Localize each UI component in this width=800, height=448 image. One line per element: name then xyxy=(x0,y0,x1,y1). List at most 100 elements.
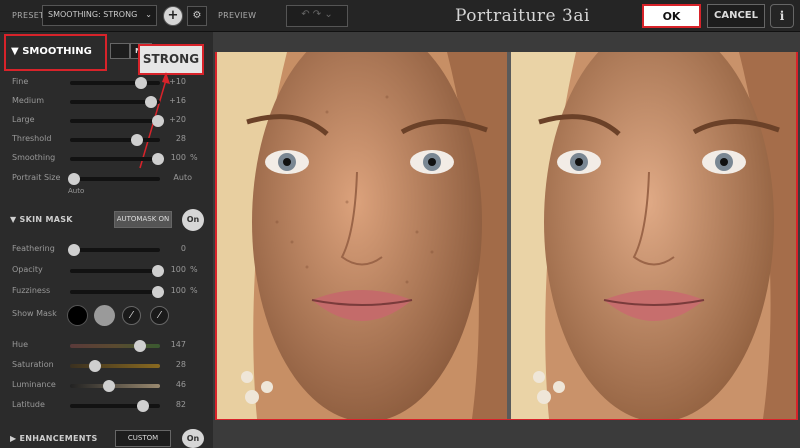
slider-track[interactable] xyxy=(70,115,164,127)
slider-track[interactable] xyxy=(70,400,160,412)
triangle-down-icon: ▼ xyxy=(11,46,19,57)
slider-row-feathering: Feathering 0 xyxy=(12,243,202,257)
slider-track[interactable] xyxy=(70,134,160,146)
slider-row-luminance: Luminance 46 xyxy=(12,379,202,393)
slider-track[interactable] xyxy=(70,380,160,392)
undo-icon[interactable]: ↶ xyxy=(301,9,309,20)
enhancements-toggle[interactable]: On xyxy=(182,429,204,448)
slider-track[interactable] xyxy=(70,96,160,108)
chevron-down-icon[interactable]: ⌄ xyxy=(324,9,332,20)
slider-label: Large xyxy=(12,115,35,124)
slider-knob[interactable] xyxy=(152,115,164,127)
top-toolbar: PRESET SMOOTHING: STRONG ⌄ + ⚙ PREVIEW ↶… xyxy=(0,0,800,32)
preset-label: PRESET xyxy=(12,11,45,20)
slider-value: Auto xyxy=(173,173,192,182)
skin-mask-toggle[interactable]: On xyxy=(182,209,204,231)
slider-knob[interactable] xyxy=(133,340,146,352)
eyedropper-add-icon[interactable]: ⁄ xyxy=(150,306,169,325)
preview-area xyxy=(213,32,800,448)
slider-value: 100 xyxy=(170,265,186,274)
slider-value: 46 xyxy=(175,380,186,389)
automask-button[interactable]: AUTOMASK ON xyxy=(114,211,172,228)
slider-track[interactable] xyxy=(70,340,160,352)
slider-label: Medium xyxy=(12,96,44,105)
cancel-button[interactable]: CANCEL xyxy=(707,4,765,28)
enhancements-preset-value: CUSTOM xyxy=(127,434,159,442)
gray-mask-swatch[interactable] xyxy=(94,305,115,326)
slider-knob[interactable] xyxy=(152,286,164,298)
info-icon[interactable]: i xyxy=(770,4,794,28)
before-image[interactable] xyxy=(217,52,507,419)
triangle-right-icon: ▶ xyxy=(10,434,17,443)
slider-knob[interactable] xyxy=(152,153,164,165)
slider-row-threshold: Threshold 28 xyxy=(12,133,202,147)
gear-icon[interactable]: ⚙ xyxy=(187,6,207,26)
portrait-before-image xyxy=(217,52,507,419)
black-mask-swatch[interactable] xyxy=(67,305,88,326)
portrait-size-row: Portrait Size Auto Auto xyxy=(12,172,202,195)
slider-label: Latitude xyxy=(12,400,45,409)
redo-icon[interactable]: ↷ xyxy=(313,9,321,20)
slider-track[interactable] xyxy=(68,244,160,256)
smoothing-title: SMOOTHING xyxy=(22,46,92,57)
slider-value: 82 xyxy=(175,400,186,409)
slider-track[interactable] xyxy=(70,77,160,89)
slider-label: Smoothing xyxy=(12,153,56,162)
slider-row-smoothing: Smoothing 100% xyxy=(12,152,202,166)
plus-icon[interactable]: + xyxy=(163,6,183,26)
slider-track[interactable] xyxy=(70,360,160,372)
portrait-after-image xyxy=(511,52,796,419)
slider-knob[interactable] xyxy=(135,77,148,89)
slider-track[interactable] xyxy=(70,286,164,298)
after-image[interactable] xyxy=(511,52,796,419)
slider-label: Saturation xyxy=(12,360,54,369)
slider-value: 0 xyxy=(180,244,186,253)
slider-knob[interactable] xyxy=(89,360,101,372)
slider-sublabel: Auto xyxy=(68,187,85,195)
slider-row-large: Large +20 xyxy=(12,114,202,128)
slider-unit: % xyxy=(190,286,198,295)
slider-knob[interactable] xyxy=(68,173,80,185)
enhancements-title: ENHANCEMENTS xyxy=(19,434,98,443)
slider-label: Opacity xyxy=(12,265,43,274)
skin-mask-title: SKIN MASK xyxy=(19,215,73,224)
slider-row-latitude: Latitude 82 xyxy=(12,399,202,413)
slider-label: Luminance xyxy=(12,380,56,389)
enhancements-header[interactable]: ▶ ENHANCEMENTS xyxy=(10,434,98,443)
ok-button[interactable]: OK xyxy=(642,4,701,28)
slider-value: 28 xyxy=(175,360,186,369)
slider-knob[interactable] xyxy=(131,134,143,146)
preview-label: PREVIEW xyxy=(218,11,257,20)
slider-knob[interactable] xyxy=(136,400,149,412)
slider-value: 100 xyxy=(170,286,186,295)
smoothing-preset-button[interactable] xyxy=(110,43,130,59)
slider-label: Threshold xyxy=(12,134,52,143)
slider-label: Feathering xyxy=(12,244,55,253)
slider-knob[interactable] xyxy=(103,380,116,392)
slider-knob[interactable] xyxy=(68,244,80,256)
slider-track[interactable] xyxy=(70,265,164,277)
show-mask-label: Show Mask xyxy=(12,309,57,318)
enhancements-preset-select[interactable]: CUSTOM xyxy=(115,430,171,447)
slider-label: Fuzziness xyxy=(12,286,51,295)
slider-value: +16 xyxy=(169,96,186,105)
slider-track[interactable] xyxy=(70,153,164,165)
chevron-down-icon: ⌄ xyxy=(145,10,152,19)
slider-row-fuzziness: Fuzziness 100% xyxy=(12,285,202,299)
smoothing-section-header[interactable]: ▼ SMOOTHING xyxy=(11,46,92,57)
slider-label: Hue xyxy=(12,340,29,349)
slider-label: Portrait Size xyxy=(12,173,61,182)
preset-select[interactable]: SMOOTHING: STRONG ⌄ xyxy=(42,5,157,26)
slider-knob[interactable] xyxy=(145,96,158,108)
slider-value: +10 xyxy=(169,77,186,86)
skin-mask-header[interactable]: ▼ SKIN MASK xyxy=(10,215,73,224)
slider-row-fine: Fine +10 xyxy=(12,76,202,90)
slider-track[interactable] xyxy=(68,173,160,185)
preview-mode-buttons[interactable]: ↶ ↷ ⌄ xyxy=(286,5,348,27)
eyedropper-icon[interactable]: ⁄ xyxy=(122,306,141,325)
strong-callout: STRONG xyxy=(138,44,204,75)
slider-row-medium: Medium +16 xyxy=(12,95,202,109)
slider-knob[interactable] xyxy=(152,265,164,277)
settings-sidebar: ▼ SMOOTHING ME STRONG Portrait Size Auto… xyxy=(0,32,213,448)
triangle-down-icon: ▼ xyxy=(10,215,17,224)
